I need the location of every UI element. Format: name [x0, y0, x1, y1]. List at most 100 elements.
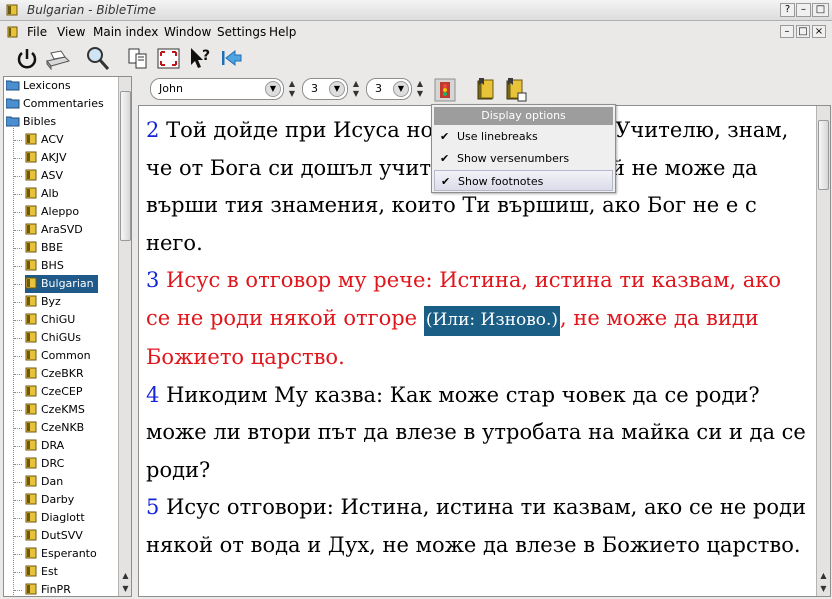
tree-item-module[interactable]: ACV: [25, 131, 68, 149]
book-icon: [25, 493, 37, 505]
spin-up-icon[interactable]: ▲: [414, 79, 426, 89]
back-icon[interactable]: [217, 45, 245, 73]
menu-file[interactable]: File: [27, 25, 47, 39]
tree-branch-line: [14, 230, 22, 231]
verse-number[interactable]: 3: [146, 268, 159, 292]
tree-branch-line: [14, 158, 22, 159]
tree-item-module[interactable]: Darby: [25, 491, 78, 509]
spin-up-icon[interactable]: ▲: [286, 79, 298, 89]
mdi-close-icon[interactable]: ×: [812, 25, 826, 38]
chapter-spinner[interactable]: ▲ ▼: [350, 79, 362, 99]
tree-item-module[interactable]: FinPR: [25, 581, 75, 596]
whats-this-icon[interactable]: ?: [188, 45, 216, 73]
spin-down-icon[interactable]: ▼: [414, 89, 426, 99]
tree-item-module[interactable]: ChiGUs: [25, 329, 85, 347]
tree-item-module[interactable]: Dan: [25, 473, 67, 491]
scroll-down-icon[interactable]: ▼: [817, 583, 830, 595]
module-label: Dan: [41, 475, 64, 488]
tree-item-module[interactable]: CzeNKB: [25, 419, 88, 437]
menu-window[interactable]: Window: [164, 25, 211, 39]
tree-item-lexicons[interactable]: Lexicons: [6, 77, 71, 95]
help-icon[interactable]: ?: [780, 3, 795, 17]
module-label: Bulgarian: [41, 277, 94, 290]
book-icon: [25, 295, 37, 307]
option-use-linebreaks[interactable]: ✔ Use linebreaks: [434, 126, 613, 147]
scroll-up-icon[interactable]: ▲: [119, 570, 131, 582]
mdi-minimize-icon[interactable]: –: [780, 25, 794, 38]
tree-item-label: Lexicons: [23, 79, 71, 92]
book-icon: [25, 169, 37, 181]
tree-branch-line: [14, 212, 22, 213]
scroll-up-icon[interactable]: ▲: [817, 570, 830, 582]
tree-item-module[interactable]: BBE: [25, 239, 67, 257]
scroll-down-icon[interactable]: ▼: [119, 583, 131, 595]
sync-module-icon[interactable]: [504, 77, 528, 103]
reader-scrollbar[interactable]: ▲ ▼: [816, 106, 830, 596]
verse-number[interactable]: 4: [146, 383, 159, 407]
verse-combo[interactable]: 3 ▼: [366, 78, 412, 100]
spin-down-icon[interactable]: ▼: [350, 89, 362, 99]
tree-item-module[interactable]: BHS: [25, 257, 68, 275]
minimize-icon[interactable]: –: [796, 3, 811, 17]
tree-scrollbar-thumb[interactable]: [120, 91, 131, 241]
verse-number[interactable]: 5: [146, 495, 159, 519]
tree-item-module[interactable]: AKJV: [25, 149, 71, 167]
book-spinner[interactable]: ▲ ▼: [286, 79, 298, 99]
module-label: CzeCEP: [41, 385, 83, 398]
tree-item-module[interactable]: Esperanto: [25, 545, 101, 563]
chevron-down-icon[interactable]: ▼: [393, 81, 409, 97]
footnote-highlight[interactable]: (Или: Изново.): [423, 305, 561, 336]
tree-item-module[interactable]: AraSVD: [25, 221, 87, 239]
tree-scrollbar[interactable]: ▲ ▼: [118, 77, 131, 596]
menu-main-index[interactable]: Main index: [93, 25, 158, 39]
book-icon: [25, 205, 37, 217]
tree-item-module[interactable]: Bulgarian: [25, 275, 98, 293]
tree-item-module[interactable]: CzeCEP: [25, 383, 87, 401]
book-combo[interactable]: John ▼: [150, 78, 284, 100]
print-icon[interactable]: [43, 45, 71, 73]
tree-branch-line: [14, 500, 22, 501]
bookmark-icon[interactable]: [475, 77, 499, 103]
tree-item-module[interactable]: ChiGU: [25, 311, 79, 329]
tree-item-commentaries[interactable]: Commentaries: [6, 95, 104, 113]
tree-branch-line: [14, 194, 22, 195]
tree-item-module[interactable]: DutSVV: [25, 527, 87, 545]
tile-windows-icon[interactable]: [126, 45, 154, 73]
reader-scrollbar-thumb[interactable]: [818, 120, 829, 190]
tree-item-module[interactable]: CzeKMS: [25, 401, 89, 419]
option-show-versenumbers[interactable]: ✔ Show versenumbers: [434, 148, 613, 169]
spin-down-icon[interactable]: ▼: [286, 89, 298, 99]
tree-item-module[interactable]: Byz: [25, 293, 65, 311]
search-icon[interactable]: [84, 45, 112, 73]
option-show-footnotes[interactable]: ✔ Show footnotes: [434, 170, 613, 191]
module-label: DRC: [41, 457, 65, 470]
tree-item-module[interactable]: Aleppo: [25, 203, 83, 221]
menu-bar: File View Main index Window Settings Hel…: [0, 22, 832, 42]
tree-item-module[interactable]: ASV: [25, 167, 67, 185]
menu-help[interactable]: Help: [269, 25, 296, 39]
tree-item-module[interactable]: DRC: [25, 455, 68, 473]
verse-spinner[interactable]: ▲ ▼: [414, 79, 426, 99]
maximize-icon[interactable]: □: [812, 3, 829, 17]
display-options-icon[interactable]: [434, 78, 456, 102]
tree-item-module[interactable]: Est: [25, 563, 62, 581]
tree-item-module[interactable]: Common: [25, 347, 95, 365]
chapter-combo[interactable]: 3 ▼: [302, 78, 348, 100]
tree-item-module[interactable]: DRA: [25, 437, 68, 455]
book-icon: [25, 421, 37, 433]
menu-view[interactable]: View: [57, 25, 85, 39]
quit-icon[interactable]: [13, 45, 41, 73]
module-label: ACV: [41, 133, 64, 146]
mdi-restore-icon[interactable]: □: [796, 25, 810, 38]
verse-text: Никодим Му казва: Как може стар човек да…: [146, 382, 806, 482]
tree-item-module[interactable]: Alb: [25, 185, 63, 203]
spin-up-icon[interactable]: ▲: [350, 79, 362, 89]
tree-item-module[interactable]: Diaglott: [25, 509, 89, 527]
book-icon: [25, 511, 37, 523]
fullscreen-icon[interactable]: [155, 45, 183, 73]
verse-number[interactable]: 2: [146, 118, 159, 142]
chevron-down-icon[interactable]: ▼: [329, 81, 345, 97]
menu-settings[interactable]: Settings: [217, 25, 266, 39]
chevron-down-icon[interactable]: ▼: [265, 81, 281, 97]
tree-item-module[interactable]: CzeBKR: [25, 365, 88, 383]
